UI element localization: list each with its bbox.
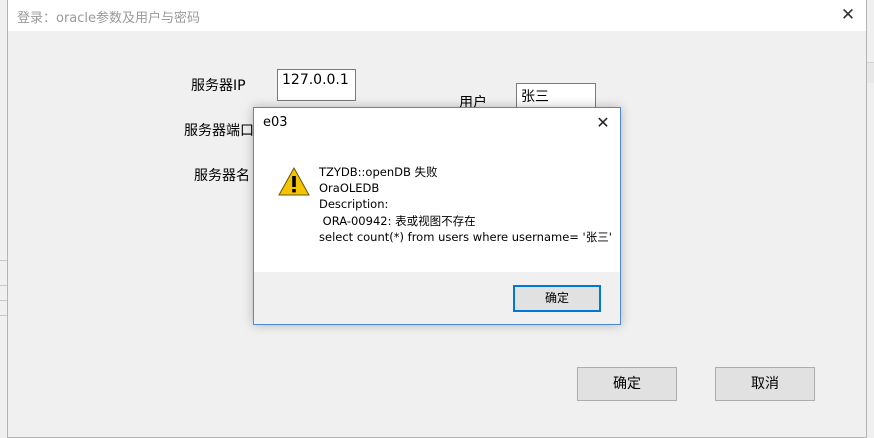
server-ip-input[interactable]: 127.0.0.1: [277, 69, 356, 101]
user-input[interactable]: 张三: [516, 83, 596, 109]
cancel-button[interactable]: 取消: [715, 367, 815, 401]
ok-button[interactable]: 确定: [577, 367, 677, 401]
message-line: select count(*) from users where usernam…: [319, 229, 612, 244]
message-ok-button[interactable]: 确定: [513, 285, 601, 312]
message-box-titlebar: e03 ✕: [254, 108, 620, 138]
server-ip-label: 服务器IP: [191, 78, 246, 94]
message-line: TZYDB::openDB 失败: [319, 165, 438, 179]
message-box-title: e03: [263, 115, 288, 130]
warning-icon: [278, 167, 310, 196]
server-name-label: 服务器名: [194, 168, 250, 184]
message-box-content: TZYDB::openDB 失败 OraOLEDB Description: O…: [254, 138, 620, 272]
message-line: OraOLEDB: [319, 181, 380, 196]
message-text: TZYDB::openDB 失败 OraOLEDB Description: O…: [319, 164, 612, 245]
message-line: Description:: [319, 197, 389, 212]
close-icon[interactable]: ✕: [586, 108, 620, 138]
login-title: 登录：oracle参数及用户与密码: [17, 11, 201, 26]
close-icon[interactable]: ✕: [830, 0, 866, 31]
error-message-box: e03 ✕ TZYDB::openDB 失败 OraOLEDB Descript…: [253, 107, 621, 325]
message-line: ORA-00942: 表或视图不存在: [319, 213, 476, 228]
server-port-label: 服务器端口: [184, 123, 254, 139]
login-titlebar: 登录：oracle参数及用户与密码 ✕: [8, 0, 866, 31]
